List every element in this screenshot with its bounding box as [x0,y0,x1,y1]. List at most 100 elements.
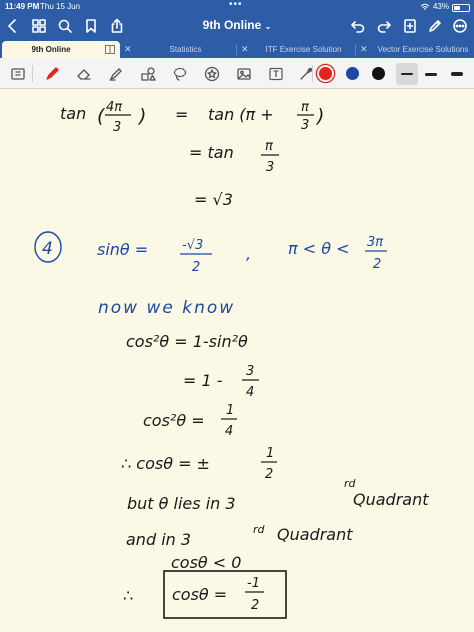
note-frac-num: 1 [266,446,274,461]
note-frac-den: 2 [265,467,273,482]
stroke-width-medium[interactable] [420,63,442,85]
multitasking-dots-icon[interactable]: ••• [229,0,243,10]
note-answer: cosθ = [172,585,227,604]
battery-level [454,5,461,10]
note-tan-pi-plus: tan (π + [208,105,274,124]
drawing-toolbar: T [0,58,474,89]
search-icon[interactable] [55,16,75,36]
undo-icon[interactable] [348,16,368,36]
note-theta-lies: but θ lies in 3 [127,494,236,513]
note-frac-num: 4π [106,100,122,115]
share-icon[interactable] [107,16,127,36]
note-frac-num: 3π [367,235,383,250]
chevron-down-icon: ⌄ [264,22,272,31]
note-canvas[interactable]: tan ( 4π 3 ) = tan (π + π 3 ) = tan π 3 … [0,89,474,632]
note-frac-den: 4 [225,424,233,439]
add-page-icon[interactable] [400,16,420,36]
tab-label: 9th Online [31,45,71,54]
note-paren-open: ( [97,105,106,127]
color-swatch-black[interactable] [372,67,385,80]
document-title-text: 9th Online [202,18,262,32]
note-cos-squared: cos²θ = [143,411,205,430]
highlighter-icon[interactable] [106,64,126,84]
tab-label: ITF Exercise Solution [265,45,342,54]
text-tool-label: T [273,69,279,79]
note-and-in: and in 3 [126,530,191,549]
note-now-we-know: now we know [98,298,235,318]
note-cos-negative: cosθ < 0 [171,553,241,572]
note-frac-num: π [265,139,273,154]
note-frac-den: 3 [301,118,309,133]
note-frac-num: π [301,100,309,115]
note-comma: , [246,244,251,263]
read-only-mode-icon[interactable] [8,64,28,84]
stroke-width-thin[interactable] [396,63,418,85]
elements-star-icon[interactable] [202,64,222,84]
note-frac-den: 3 [266,160,274,175]
note-quadrant: Quadrant [277,525,353,544]
note-range: π < θ < [288,239,350,258]
status-bar: 11:49 PM Thu 15 Jun ••• 43% [0,0,474,14]
image-icon[interactable] [234,64,254,84]
back-icon[interactable] [3,16,23,36]
color-swatch-blue[interactable] [346,67,359,80]
tab-itf-exercise-solution[interactable]: ✕ ITF Exercise Solution [237,41,354,58]
note-frac-num: -√3 [182,238,203,253]
pen-tool-icon[interactable] [42,64,62,84]
note-quadrant: Quadrant [353,490,429,509]
tab-statistics[interactable]: ✕ Statistics [120,41,235,58]
note-equals: = [175,105,188,124]
note-sin-theta: sinθ = [97,240,148,259]
handwriting-layer: tan ( 4π 3 ) = tan (π + π 3 ) = tan π 3 … [34,100,429,619]
toolbar-divider [32,65,33,82]
tab-label: Statistics [169,45,202,54]
status-date: Thu 15 Jun [40,2,81,11]
navigation-bar: 9th Online ⌄ [0,14,474,38]
note-frac-den: 2 [192,260,200,275]
note-frac-den: 2 [251,598,259,613]
note-cos-plus-minus: ∴ cosθ = ± [121,454,210,473]
note-tan: tan [60,104,86,123]
tab-bar: 9th Online ✕ Statistics ✕ ITF Exercise S… [0,41,474,58]
document-title[interactable]: 9th Online ⌄ [180,18,294,32]
note-frac-den: 2 [373,257,381,272]
toolbar-divider [312,65,313,82]
note-superscript: rd [344,477,357,490]
note-frac-den: 4 [246,385,254,400]
wifi-icon [420,3,430,10]
lasso-icon[interactable] [170,64,190,84]
split-view-icon[interactable] [105,45,115,54]
tab-vector-exercise-solutions[interactable]: ✕ Vector Exercise Solutions [356,41,474,58]
note-frac-num: -1 [247,576,260,591]
note-frac-num: 1 [226,403,234,418]
more-options-icon[interactable] [450,16,470,36]
color-swatch-red[interactable] [319,67,332,80]
redo-icon[interactable] [374,16,394,36]
edit-page-icon[interactable] [425,16,445,36]
battery-icon [452,3,470,12]
eraser-icon[interactable] [74,64,94,84]
close-icon[interactable]: ✕ [241,41,249,58]
note-step-root3: = √3 [194,190,233,209]
stroke-width-thick[interactable] [446,63,468,85]
note-frac-den: 3 [113,120,121,135]
battery-percent: 43% [432,2,449,11]
tab-9th-online[interactable]: 9th Online [2,41,120,58]
note-frac-num: 3 [246,364,254,379]
bookmark-icon[interactable] [81,16,101,36]
note-paren-close: ) [315,105,324,127]
note-identity: cos²θ = 1-sin²θ [126,332,248,351]
app-chrome: 11:49 PM Thu 15 Jun ••• 43% 9th Online ⌄… [0,0,474,89]
laser-pointer-icon[interactable] [296,64,316,84]
note-question-number: 4 [42,239,53,259]
status-right: 43% [420,0,470,14]
note-superscript: rd [253,523,266,536]
shapes-icon[interactable] [138,64,158,84]
note-one-minus: = 1 - [183,371,223,390]
note-paren-close: ) [137,105,146,127]
note-step-tan: = tan [189,143,234,162]
close-icon[interactable]: ✕ [124,41,132,58]
close-icon[interactable]: ✕ [360,41,368,58]
grid-view-icon[interactable] [29,16,49,36]
text-tool-icon[interactable]: T [266,64,286,84]
